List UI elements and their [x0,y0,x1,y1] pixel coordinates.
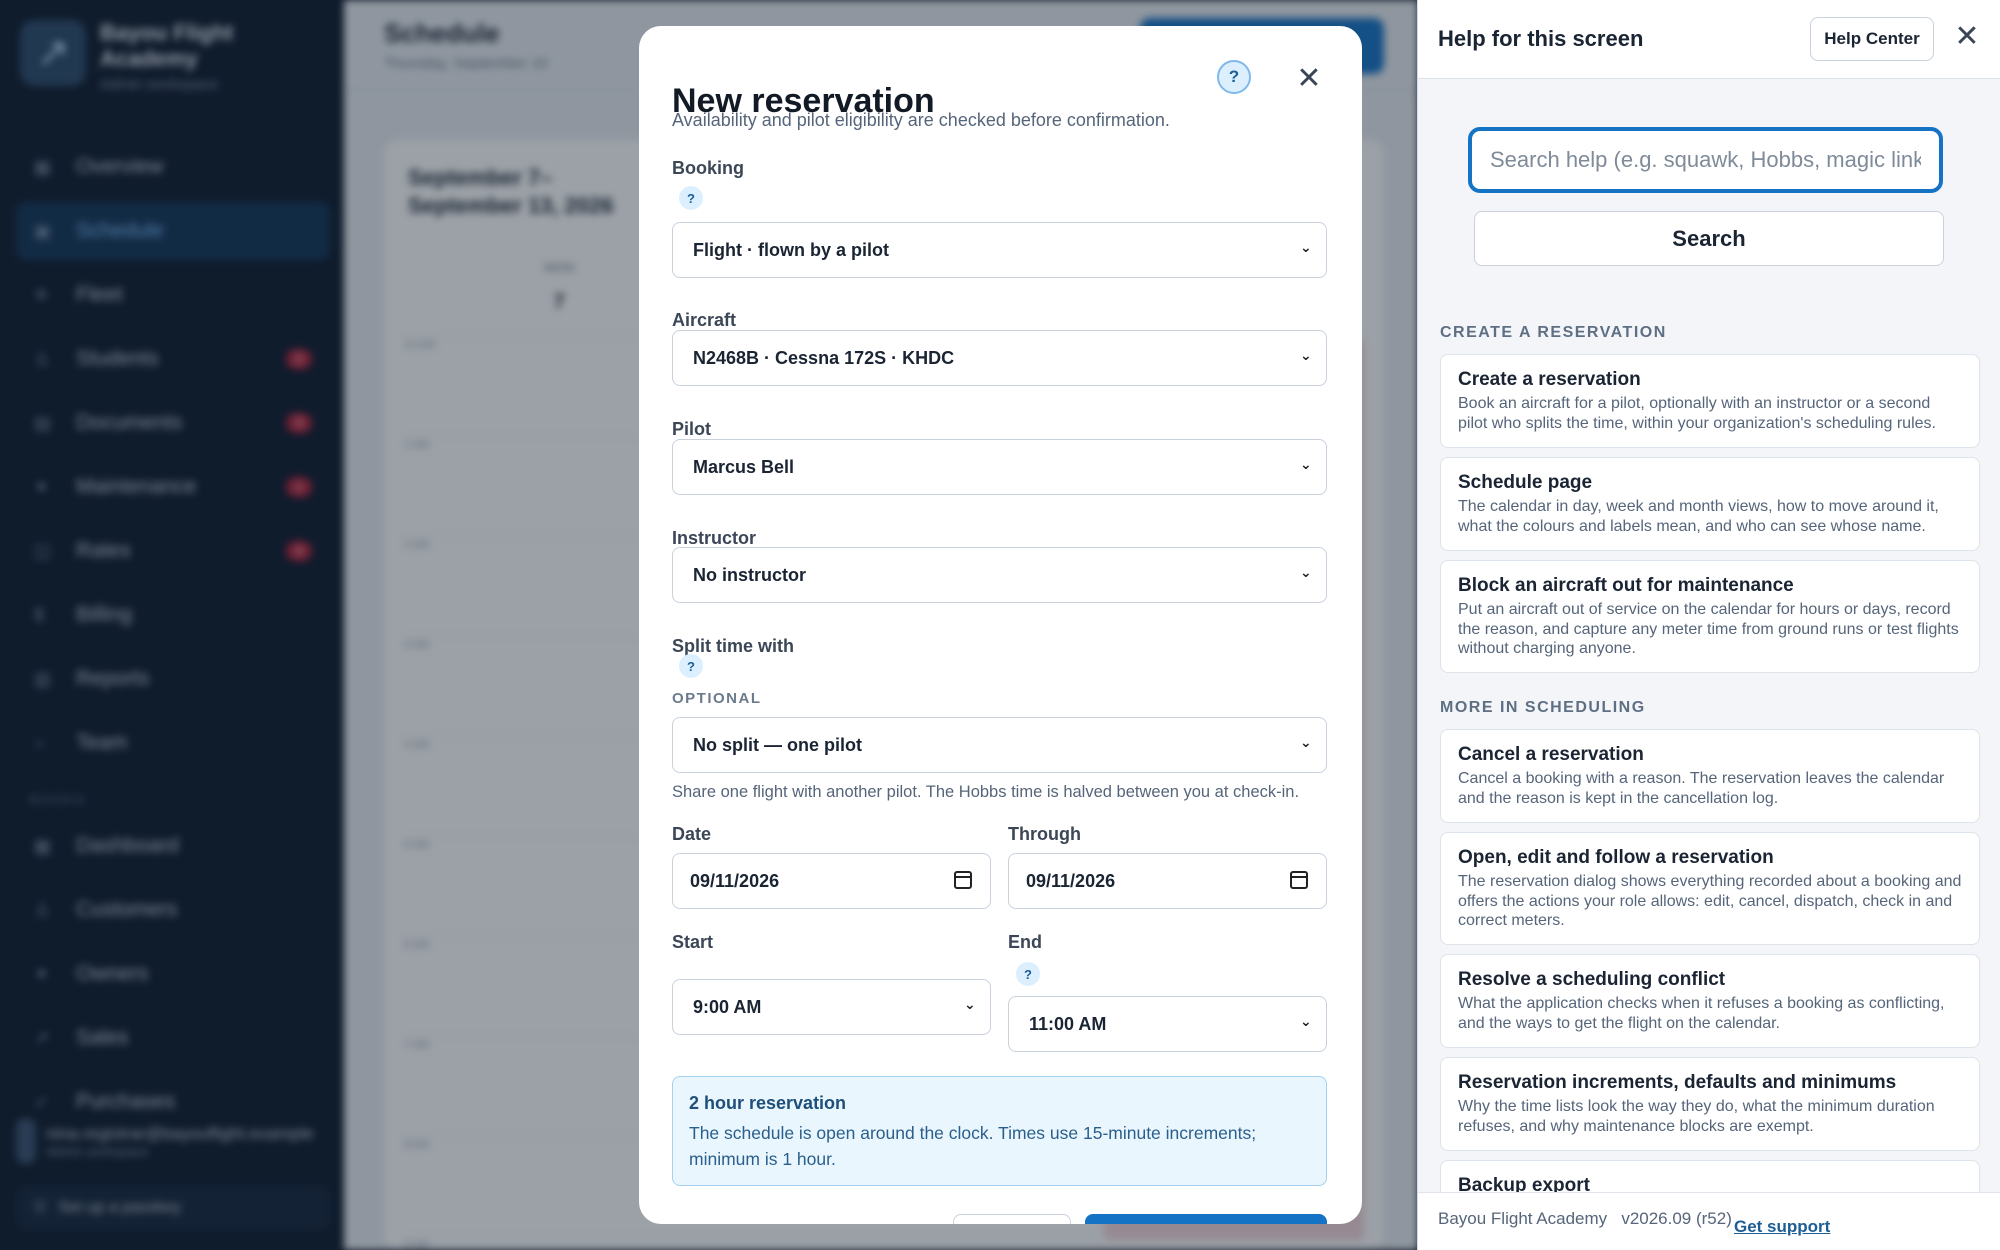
split-help-icon[interactable]: ? [679,654,703,678]
help-footer: Bayou Flight Academy v2026.09 (r52) Get … [1418,1192,2000,1250]
help-article-title: Cancel a reservation [1458,744,1644,765]
instructor-value: No instructor [693,564,807,585]
aircraft-value: N2468B · Cessna 172S · KHDC [693,347,955,368]
search-button[interactable]: Search [1474,211,1944,266]
help-article-title: Resolve a scheduling conflict [1458,969,1726,990]
close-icon[interactable]: ✕ [1295,64,1323,94]
help-article-summary: Book an aircraft for a pilot, optionally… [1458,395,1936,432]
cancel-button[interactable] [953,1214,1071,1224]
end-value: 11:00 AM [1029,1013,1107,1034]
help-article-title: Reservation increments, defaults and min… [1458,1072,1897,1093]
help-article-summary: The reservation dialog shows everything … [1458,873,1962,929]
help-article-card[interactable]: Resolve a scheduling conflict What the a… [1440,954,1980,1048]
help-article-summary: What the application checks when it refu… [1458,995,1945,1032]
split-select[interactable]: No split — one pilot ⌄ [672,717,1327,773]
end-label: End [1008,932,1042,952]
duration-body: The schedule is open around the clock. T… [689,1123,1257,1169]
help-article-card[interactable]: Open, edit and follow a reservation The … [1440,832,1980,945]
help-header: Help for this screen Help Center ✕ [1418,0,2000,79]
help-article-title: Schedule page [1458,472,1593,493]
date-value: 09/11/2026 [690,870,780,891]
calendar-icon [954,871,972,889]
pilot-value: Marcus Bell [693,456,795,477]
chevron-down-icon: ⌄ [964,996,976,1012]
get-support-link[interactable]: Get support [1734,1217,1830,1237]
aircraft-label: Aircraft [672,310,737,330]
booking-select[interactable]: Flight · flown by a pilot ⌄ [672,222,1327,278]
help-article-card[interactable]: Create a reservation Book an aircraft fo… [1440,354,1980,448]
new-reservation-dialog: New reservation ? ✕ Availability and pil… [639,26,1362,1224]
optional-tag: OPTIONAL [672,690,762,707]
instructor-label: Instructor [672,528,757,548]
help-center-button[interactable]: Help Center [1810,17,1934,61]
help-section-title: MORE IN SCHEDULING [1440,699,1646,716]
help-section-title: CREATE A RESERVATION [1440,324,1667,341]
chevron-down-icon: ⌄ [1300,347,1312,363]
through-label: Through [1008,824,1081,844]
chevron-down-icon: ⌄ [1300,564,1312,580]
help-article-title: Create a reservation [1458,369,1641,390]
aircraft-select[interactable]: N2468B · Cessna 172S · KHDC ⌄ [672,330,1327,386]
start-select[interactable]: 9:00 AM ⌄ [672,979,991,1035]
help-article-summary: Put an aircraft out of service on the ca… [1458,601,1959,657]
pilot-select[interactable]: Marcus Bell ⌄ [672,439,1327,495]
chevron-down-icon: ⌄ [1300,734,1312,750]
duration-info: 2 hour reservation The schedule is open … [672,1076,1327,1186]
chevron-down-icon: ⌄ [1300,1013,1312,1029]
chevron-down-icon: ⌄ [1300,239,1312,255]
booking-help-icon[interactable]: ? [679,186,703,210]
help-title: Help for this screen [1438,26,1644,51]
help-article-card[interactable]: Schedule page The calendar in day, week … [1440,457,1980,551]
help-article-card[interactable]: Reservation increments, defaults and min… [1440,1057,1980,1151]
instructor-select[interactable]: No instructor ⌄ [672,547,1327,603]
date-label: Date [672,824,712,844]
close-icon[interactable]: ✕ [1952,20,1982,54]
help-article-card[interactable]: Block an aircraft out for maintenance Pu… [1440,560,1980,673]
help-panel: Help for this screen Help Center ✕ Searc… [1417,0,2000,1250]
help-search-field[interactable] [1468,127,1943,193]
help-icon[interactable]: ? [1217,60,1251,94]
create-reservation-button[interactable] [1085,1214,1327,1224]
help-article-summary: Why the time lists look the way they do,… [1458,1098,1935,1135]
duration-title: 2 hour reservation [689,1093,847,1113]
end-select[interactable]: 11:00 AM ⌄ [1008,996,1327,1052]
date-input[interactable]: 09/11/2026 [672,853,991,909]
through-value: 09/11/2026 [1026,870,1116,891]
end-help-icon[interactable]: ? [1016,962,1040,986]
help-article-summary: Cancel a booking with a reason. The rese… [1458,770,1945,807]
version-text: Bayou Flight Academy v2026.09 (r52) [1438,1209,1732,1228]
help-article-title: Block an aircraft out for maintenance [1458,575,1794,596]
dialog-description: Availability and pilot eligibility are c… [672,110,1170,130]
help-article-title: Open, edit and follow a reservation [1458,847,1774,868]
start-value: 9:00 AM [693,996,762,1017]
split-hint: Share one flight with another pilot. The… [672,783,1300,801]
through-input[interactable]: 09/11/2026 [1008,853,1327,909]
help-article-summary: The calendar in day, week and month view… [1458,498,1939,535]
split-value: No split — one pilot [693,734,862,755]
calendar-icon [1290,871,1308,889]
help-search-input[interactable] [1490,147,1921,173]
help-article-card[interactable]: Cancel a reservation Cancel a booking wi… [1440,729,1980,823]
booking-label: Booking [672,158,744,178]
booking-value: Flight · flown by a pilot [693,239,889,260]
pilot-label: Pilot [672,419,711,439]
start-label: Start [672,932,714,952]
chevron-down-icon: ⌄ [1300,456,1312,472]
